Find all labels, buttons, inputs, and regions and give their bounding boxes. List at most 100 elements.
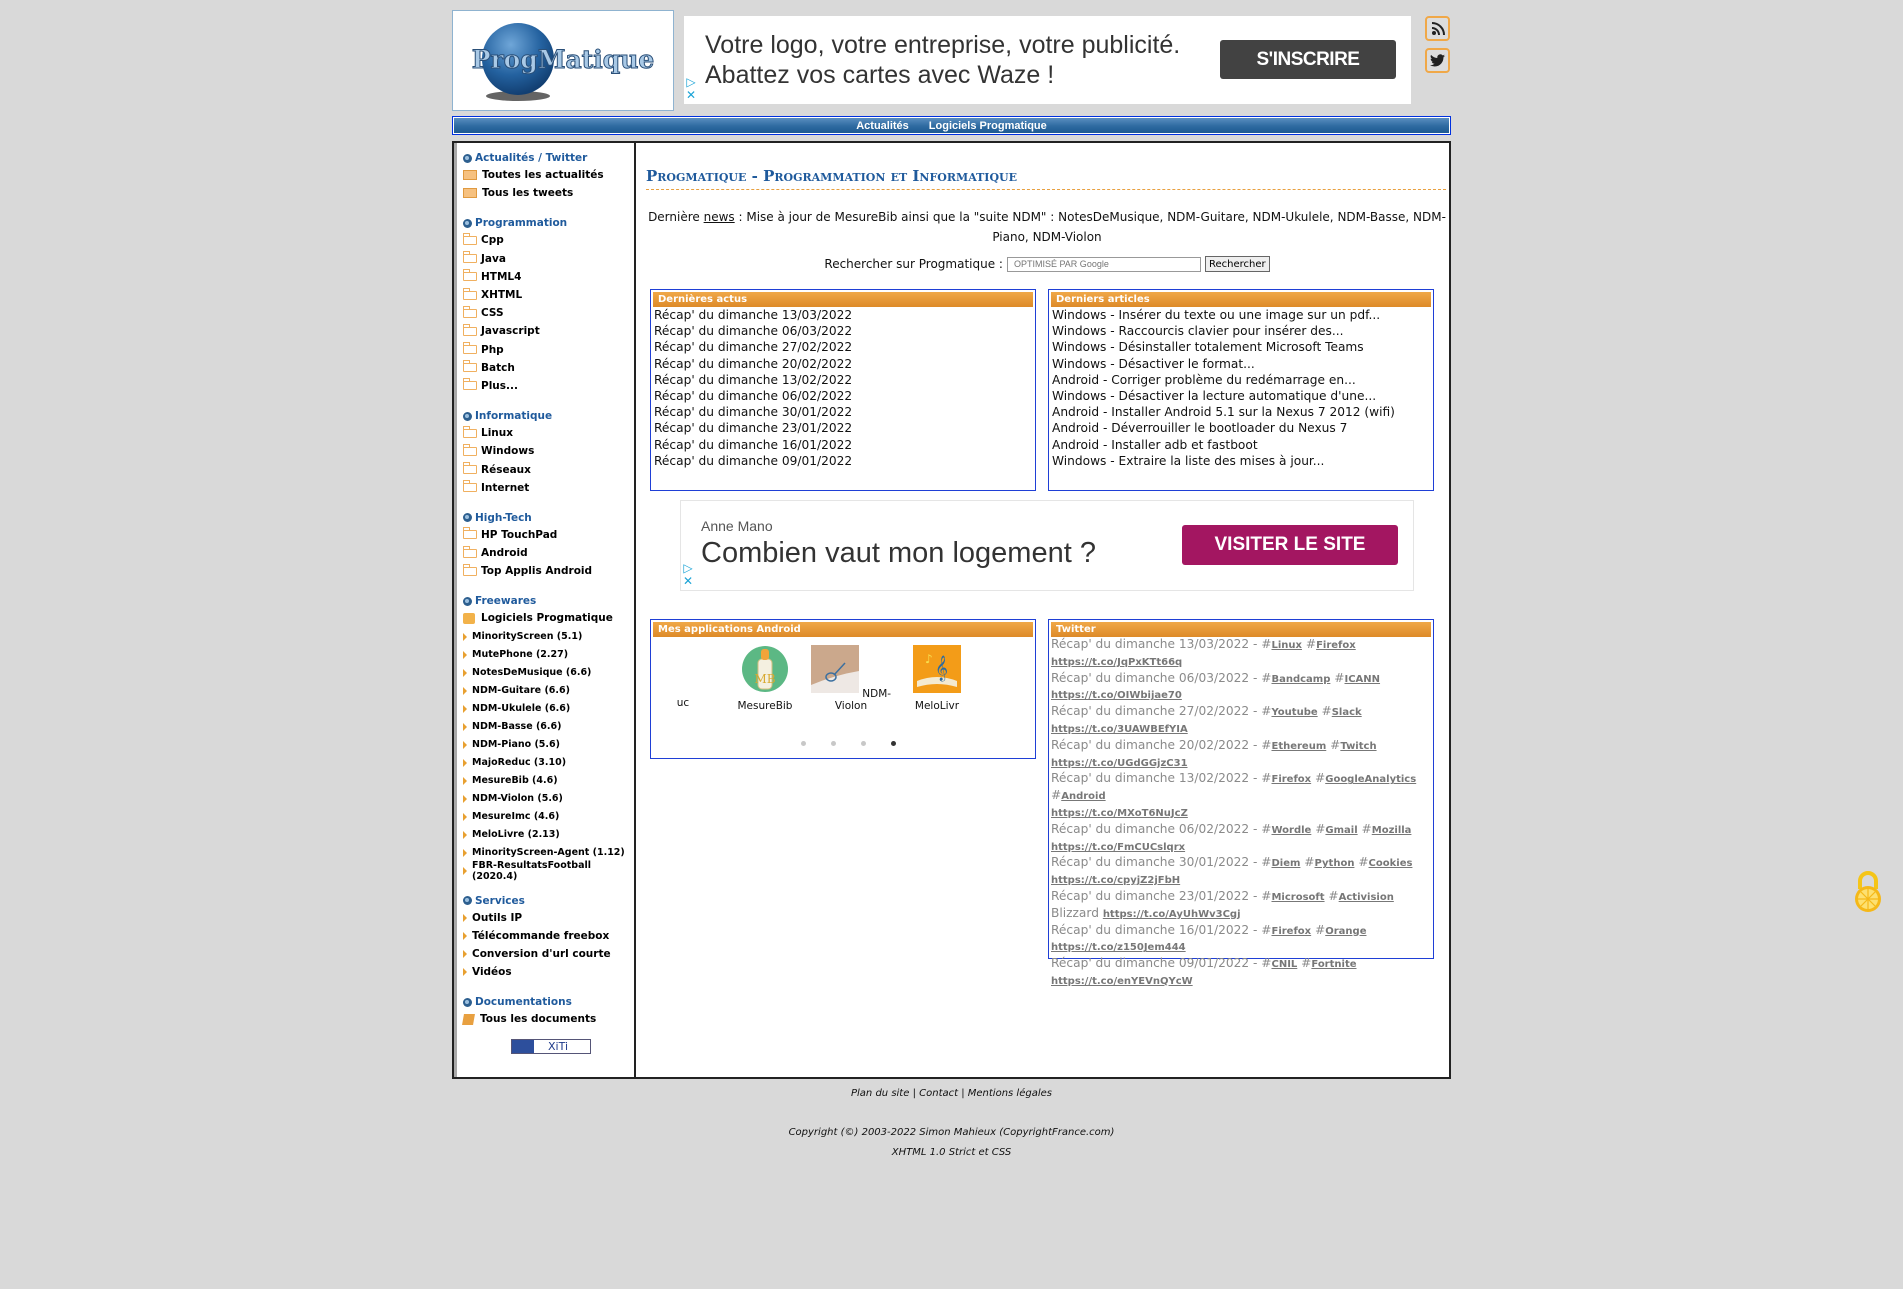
news-list-item[interactable]: Récap' du dimanche 06/02/2022 — [654, 388, 1033, 404]
sidebar-item-reseaux[interactable]: Réseaux — [463, 460, 634, 478]
sidebar-item-hp-touchpad[interactable]: HP TouchPad — [463, 526, 634, 544]
hashtag-link[interactable]: Bandcamp — [1271, 674, 1330, 685]
sidebar-item-freeware[interactable]: MutePhone (2.27) — [463, 646, 634, 664]
news-list-item[interactable]: Récap' du dimanche 30/01/2022 — [654, 404, 1033, 420]
article-list-item[interactable]: Windows - Désinstaller totalement Micros… — [1052, 339, 1431, 355]
tweet-link[interactable]: https://t.co/JqPxKTt66q — [1051, 657, 1182, 668]
nav-item-logiciels[interactable]: Logiciels Progmatique — [929, 120, 1047, 132]
app-item-mesurebib[interactable]: MB MesureBib — [720, 645, 810, 712]
sidebar-item-freeware[interactable]: NDM-Violon (5.6) — [463, 790, 634, 808]
sidebar-item-logiciels[interactable]: Logiciels Progmatique — [463, 609, 634, 627]
ad-visit-button[interactable]: VISITER LE SITE — [1182, 525, 1398, 565]
article-list-item[interactable]: Windows - Désactiver la lecture automati… — [1052, 388, 1431, 404]
hashtag-link[interactable]: Gmail — [1325, 825, 1357, 836]
sidebar-item-freeware[interactable]: MajoReduc (3.10) — [463, 754, 634, 772]
hashtag-link[interactable]: Python — [1315, 858, 1355, 869]
tweet-link[interactable]: https://t.co/OIWbijae70 — [1051, 690, 1182, 701]
sidebar-item-freeware[interactable]: MesureBib (4.6) — [463, 772, 634, 790]
sidebar-item-freeware[interactable]: NDM-Basse (6.6) — [463, 718, 634, 736]
sidebar-item-freeware[interactable]: NDM-Guitare (6.6) — [463, 682, 634, 700]
article-list-item[interactable]: Android - Déverrouiller le bootloader du… — [1052, 420, 1431, 436]
sidebar-item-telecommande[interactable]: Télécommande freebox — [463, 927, 634, 945]
news-list-item[interactable]: Récap' du dimanche 06/03/2022 — [654, 323, 1033, 339]
hashtag-link[interactable]: Android — [1061, 791, 1105, 802]
hashtag-link[interactable]: Twitch — [1340, 741, 1376, 752]
sidebar-section-title[interactable]: Actualités / Twitter — [463, 150, 634, 166]
hashtag-link[interactable]: Activision — [1339, 892, 1394, 903]
hashtag-link[interactable]: CNIL — [1271, 959, 1297, 970]
rss-button[interactable] — [1425, 16, 1450, 41]
sidebar-item-html4[interactable]: HTML4 — [463, 268, 634, 286]
sidebar-item-videos[interactable]: Vidéos — [463, 963, 634, 981]
news-list-item[interactable]: Récap' du dimanche 16/01/2022 — [654, 437, 1033, 453]
sidebar-item-javascript[interactable]: Javascript — [463, 322, 634, 340]
hashtag-link[interactable]: Linux — [1271, 640, 1302, 651]
news-list-item[interactable]: Récap' du dimanche 13/02/2022 — [654, 372, 1033, 388]
sidebar-section-title[interactable]: Informatique — [463, 408, 634, 424]
sidebar-section-title[interactable]: High-Tech — [463, 510, 634, 526]
sidebar-item-freeware[interactable]: MeloLivre (2.13) — [463, 826, 634, 844]
footer-link-plan[interactable]: Plan du site — [851, 1088, 909, 1099]
hashtag-link[interactable]: Mozilla — [1372, 825, 1412, 836]
tweet-link[interactable]: https://t.co/enYEVnQYcW — [1051, 976, 1193, 987]
tweet-link[interactable]: https://t.co/cpyjZ2jFbH — [1051, 875, 1180, 886]
article-list-item[interactable]: Windows - Insérer du texte ou une image … — [1052, 307, 1431, 323]
sidebar-item-freeware[interactable]: NDM-Ukulele (6.6) — [463, 700, 634, 718]
news-list-item[interactable]: Récap' du dimanche 27/02/2022 — [654, 339, 1033, 355]
search-button[interactable]: Rechercher — [1204, 256, 1270, 272]
hashtag-link[interactable]: Youtube — [1271, 707, 1317, 718]
sidebar-item-cpp[interactable]: Cpp — [463, 231, 634, 249]
news-list-item[interactable]: Récap' du dimanche 23/01/2022 — [654, 420, 1033, 436]
close-icon[interactable]: ✕ — [681, 575, 695, 588]
hashtag-link[interactable]: Wordle — [1271, 825, 1311, 836]
xiti-badge[interactable]: XiTi — [511, 1038, 591, 1054]
news-link[interactable]: news — [704, 210, 735, 224]
tweet-link[interactable]: https://t.co/FmCUCslqrx — [1051, 842, 1185, 853]
hashtag-link[interactable]: Ethereum — [1271, 741, 1326, 752]
sidebar-item-css[interactable]: CSS — [463, 304, 634, 322]
news-list-item[interactable]: Récap' du dimanche 13/03/2022 — [654, 307, 1033, 323]
tweet-link[interactable]: https://t.co/3UAWBEfYIA — [1051, 724, 1188, 735]
article-list-item[interactable]: Windows - Raccourcis clavier pour insére… — [1052, 323, 1431, 339]
sidebar-item-tous-documents[interactable]: Tous les documents — [462, 1010, 634, 1028]
article-list-item[interactable]: Android - Corriger problème du redémarra… — [1052, 372, 1431, 388]
hashtag-link[interactable]: Microsoft — [1271, 892, 1324, 903]
article-list-item[interactable]: Windows - Désactiver le format... — [1052, 356, 1431, 372]
sidebar-item-freeware[interactable]: MesureImc (4.6) — [463, 808, 634, 826]
app-item-melolivre[interactable]: 𝄞 ♪ MeloLivr — [892, 645, 982, 712]
article-list-item[interactable]: Windows - Extraire la liste des mises à … — [1052, 453, 1431, 469]
hashtag-link[interactable]: Orange — [1325, 926, 1366, 937]
app-item[interactable]: uc — [653, 645, 728, 709]
sidebar-item-freeware[interactable]: NDM-Piano (5.6) — [463, 736, 634, 754]
hashtag-link[interactable]: Cookies — [1369, 858, 1413, 869]
site-logo[interactable]: ProgMatique — [452, 10, 674, 111]
footer-link-contact[interactable]: Contact — [919, 1088, 958, 1099]
sidebar-item-freeware[interactable]: NotesDeMusique (6.6) — [463, 664, 634, 682]
lock-icon[interactable] — [1852, 869, 1884, 915]
sidebar-item-top-applis[interactable]: Top Applis Android — [463, 562, 634, 580]
sidebar-item-internet[interactable]: Internet — [463, 479, 634, 497]
twitter-button[interactable] — [1425, 48, 1450, 73]
footer-link-mentions[interactable]: Mentions légales — [968, 1088, 1052, 1099]
article-list-item[interactable]: Android - Installer adb et fastboot — [1052, 437, 1431, 453]
sidebar-section-title[interactable]: Documentations — [463, 994, 634, 1010]
sidebar-item-conversion-url[interactable]: Conversion d'url courte — [463, 945, 634, 963]
sidebar-section-title[interactable]: Programmation — [463, 215, 634, 231]
carousel-dot[interactable] — [830, 741, 836, 746]
hashtag-link[interactable]: Firefox — [1271, 774, 1311, 785]
sidebar-item-freeware[interactable]: MinorityScreen (5.1) — [463, 628, 634, 646]
tweet-link[interactable]: https://t.co/UGdGGjzC31 — [1051, 758, 1188, 769]
news-list-item[interactable]: Récap' du dimanche 09/01/2022 — [654, 453, 1033, 469]
hashtag-link[interactable]: Firefox — [1316, 640, 1356, 651]
sidebar-item-plus[interactable]: Plus... — [463, 377, 634, 395]
sidebar-item-batch[interactable]: Batch — [463, 359, 634, 377]
tweet-link[interactable]: https://t.co/AyUhWv3Cgj — [1103, 909, 1241, 920]
sidebar-item-java[interactable]: Java — [463, 250, 634, 268]
close-icon[interactable]: ✕ — [684, 89, 698, 102]
sidebar-item-php[interactable]: Php — [463, 341, 634, 359]
sidebar-item-windows[interactable]: Windows — [463, 442, 634, 460]
sidebar-item-outils-ip[interactable]: Outils IP — [463, 909, 634, 927]
sidebar-section-title[interactable]: Freewares — [463, 593, 634, 609]
news-list-item[interactable]: Récap' du dimanche 20/02/2022 — [654, 356, 1033, 372]
sidebar-item-freeware[interactable]: FBR-ResultatsFootball (2020.4) — [463, 860, 634, 882]
